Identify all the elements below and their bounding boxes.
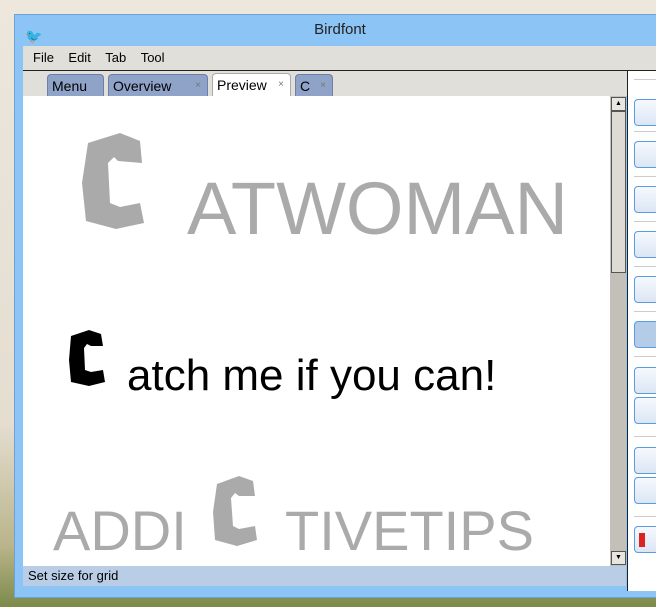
menu-tool[interactable]: Tool	[141, 46, 165, 70]
status-bar: Set size for grid	[23, 566, 626, 586]
tool-button[interactable]	[634, 447, 656, 474]
grid-size-button[interactable]	[634, 321, 656, 348]
tab-label: Overview	[113, 78, 172, 94]
tool-button[interactable]	[634, 367, 656, 394]
scroll-up-button[interactable]: ▲	[611, 97, 626, 111]
tab-label: C	[300, 78, 311, 94]
preview-line-1: ATWOMAN	[187, 167, 568, 250]
divider	[634, 221, 656, 222]
divider	[634, 266, 656, 267]
tool-button[interactable]	[634, 477, 656, 504]
close-icon[interactable]: ×	[278, 74, 284, 96]
close-icon[interactable]: ×	[195, 75, 201, 97]
menu-tab[interactable]: Tab	[105, 46, 126, 70]
tab-bar: Menu Overview × Preview × C ×	[23, 71, 627, 96]
preview-canvas: ATWOMAN atch me if you can! ADDI TIVETIP…	[23, 96, 610, 566]
close-icon[interactable]: ×	[320, 75, 326, 97]
tab-menu[interactable]: Menu	[47, 74, 104, 96]
glyph-c-medium	[69, 330, 105, 386]
preview-line-2: atch me if you can!	[127, 351, 497, 400]
tab-preview[interactable]: Preview ×	[212, 73, 291, 96]
scroll-down-button[interactable]: ▼	[611, 551, 626, 565]
tab-c[interactable]: C ×	[295, 74, 333, 96]
divider	[634, 131, 656, 132]
tool-button[interactable]	[634, 99, 656, 126]
vertical-scrollbar[interactable]: ▲ ▼	[610, 96, 626, 566]
divider	[634, 311, 656, 312]
divider	[634, 79, 656, 80]
preview-line-3a: ADDI	[53, 499, 187, 562]
window-title: Birdfont	[314, 21, 366, 38]
red-swatch-icon	[639, 533, 645, 547]
divider	[634, 176, 656, 177]
divider	[634, 356, 656, 357]
menu-bar: File Edit Tab Tool	[23, 46, 656, 71]
glyph-c-small	[213, 476, 257, 546]
color-button[interactable]	[634, 526, 656, 553]
tab-label: Menu	[52, 78, 88, 94]
scroll-thumb[interactable]	[611, 111, 626, 273]
tool-button[interactable]	[634, 397, 656, 424]
tab-overview[interactable]: Overview ×	[108, 74, 208, 96]
divider	[634, 516, 656, 517]
divider	[634, 436, 656, 437]
glyph-c-large	[82, 133, 144, 229]
app-window: 🐦 Birdfont File Edit Tab Tool Menu Overv…	[14, 14, 656, 598]
menu-file[interactable]: File	[33, 46, 54, 70]
tool-button[interactable]	[634, 231, 656, 258]
tool-button[interactable]	[634, 186, 656, 213]
menu-edit[interactable]: Edit	[68, 46, 90, 70]
tab-label: Preview	[217, 77, 267, 93]
preview-line-3b: TIVETIPS	[285, 499, 534, 562]
tool-button[interactable]	[634, 141, 656, 168]
tool-panel	[627, 71, 656, 591]
title-bar: 🐦 Birdfont	[15, 15, 656, 45]
tool-button[interactable]	[634, 276, 656, 303]
